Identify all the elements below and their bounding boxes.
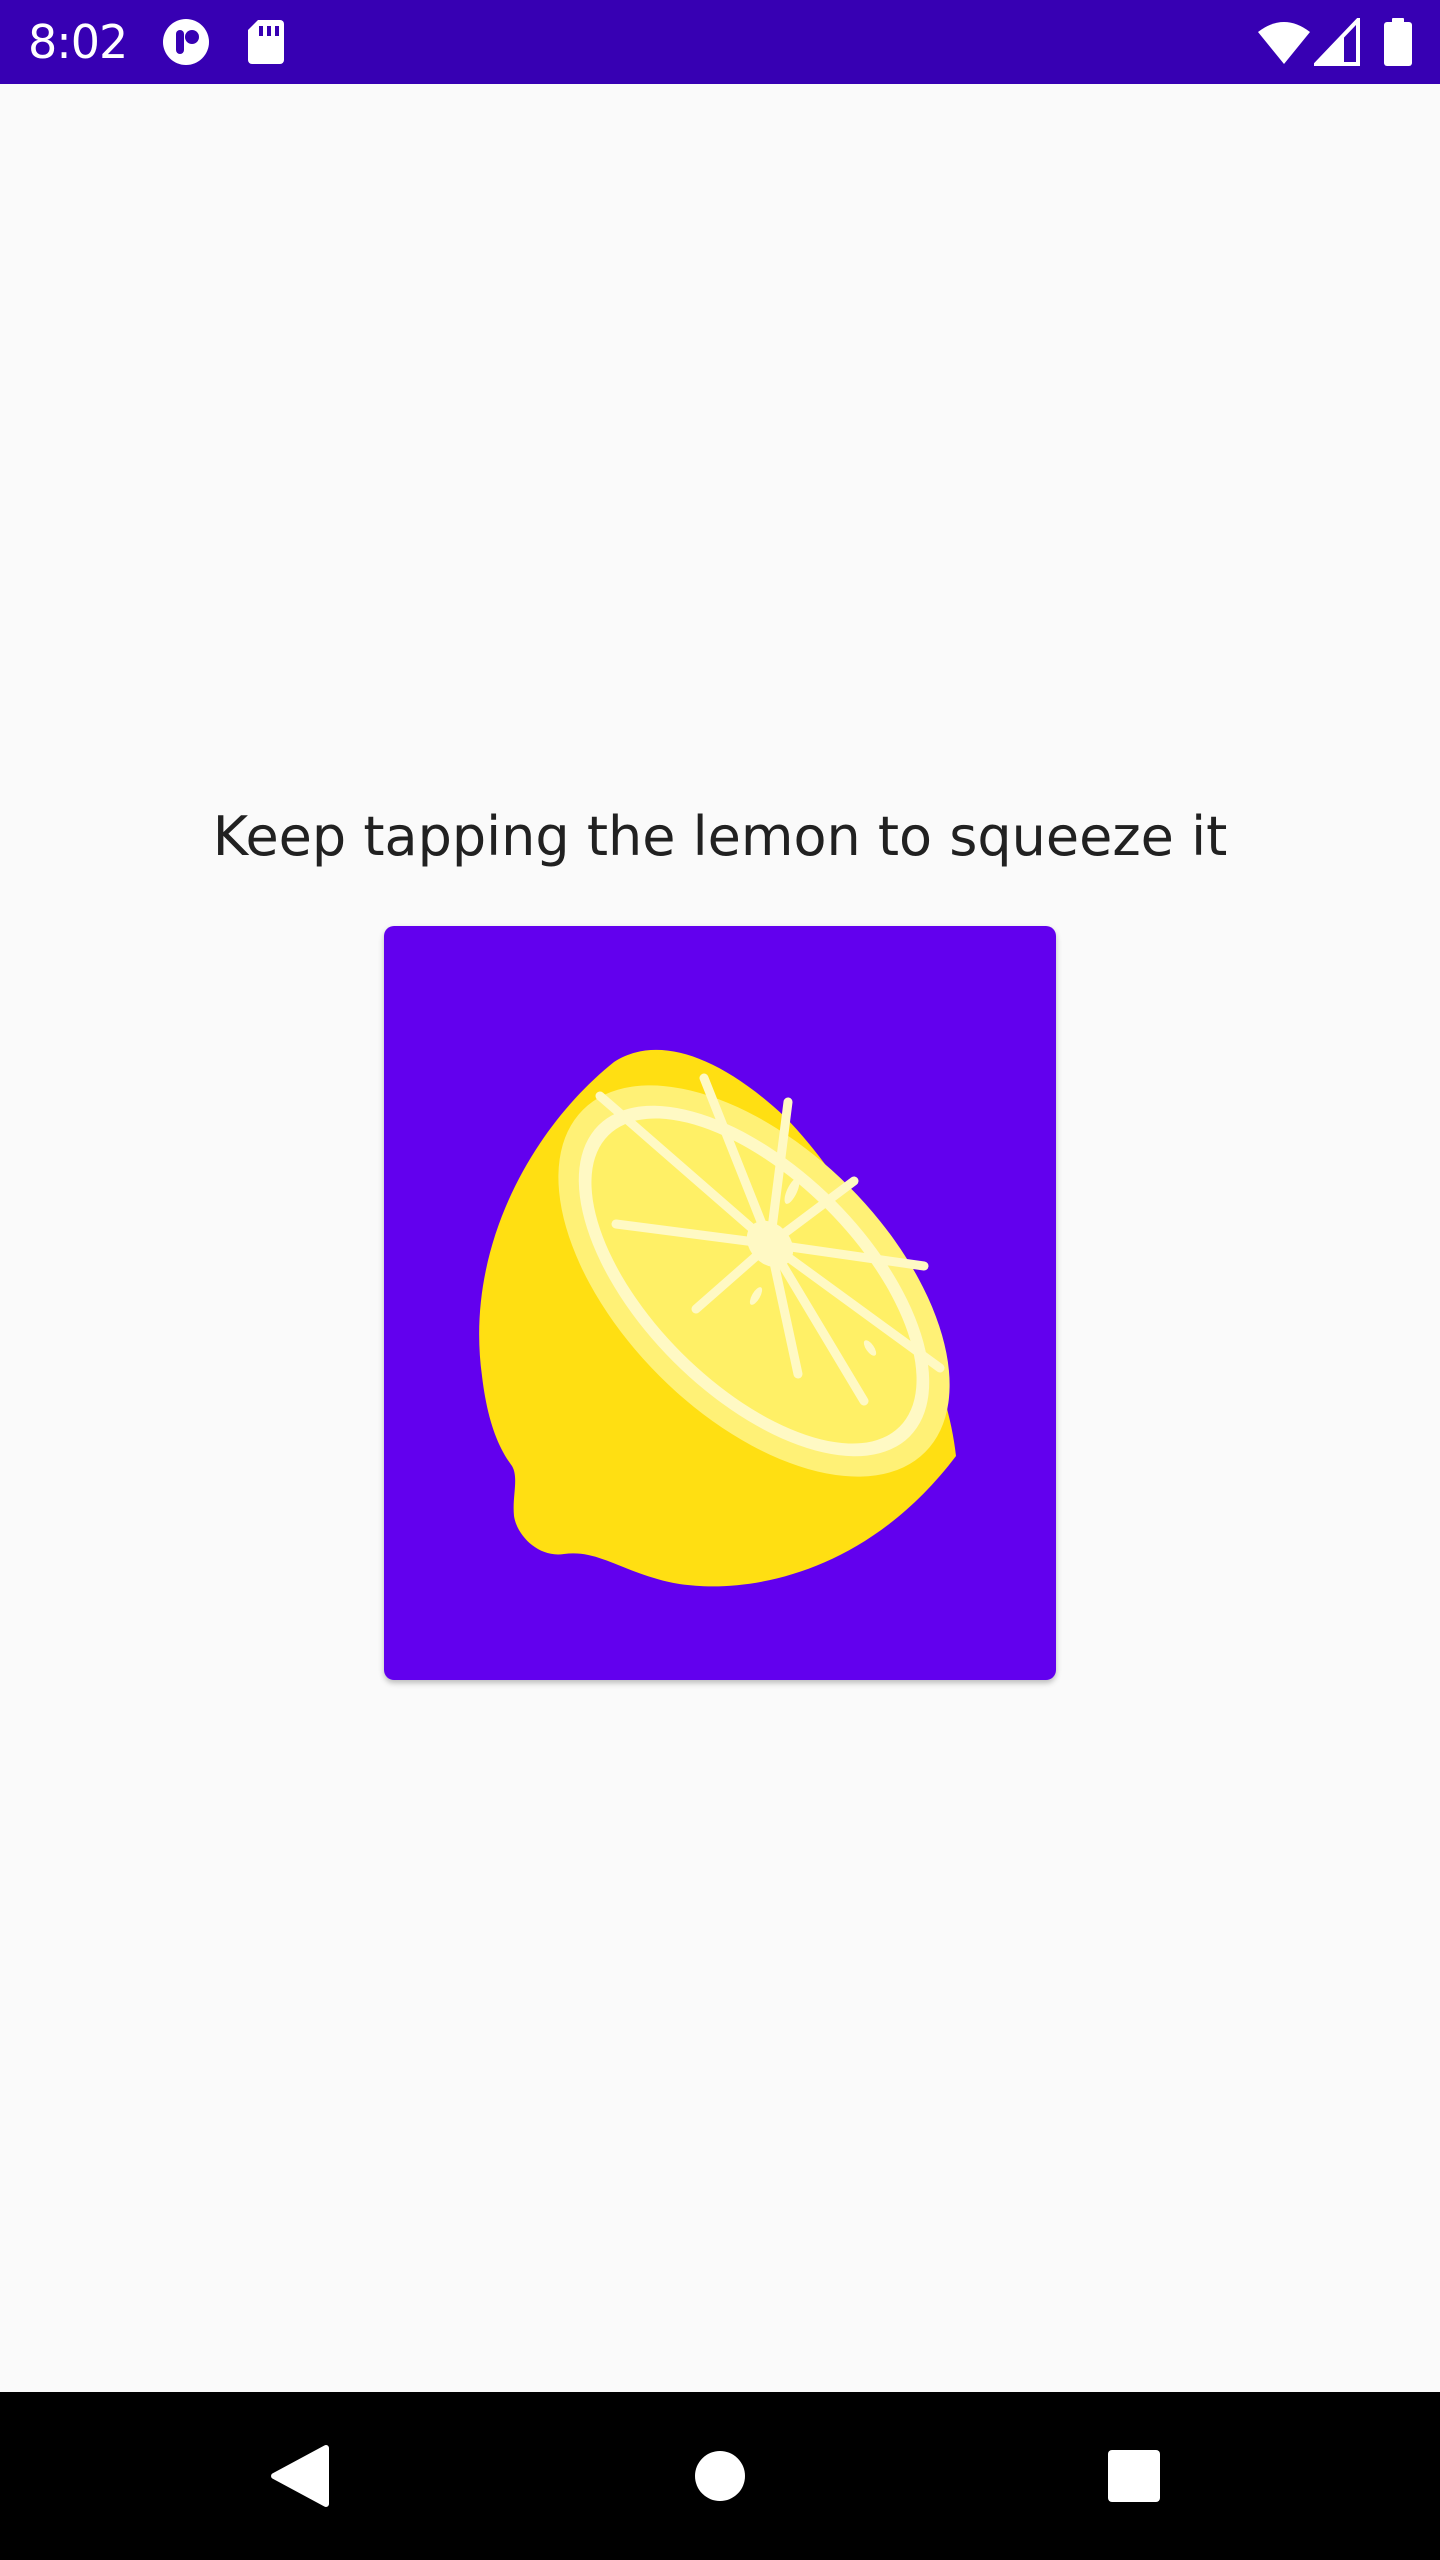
wifi-icon <box>1256 18 1312 66</box>
recents-icon[interactable] <box>1088 2430 1180 2522</box>
app-notification-icon <box>162 18 210 66</box>
status-bar: 8:02 <box>0 0 1440 84</box>
battery-icon <box>1384 18 1412 66</box>
status-time: 8:02 <box>28 15 128 69</box>
sd-card-icon <box>246 18 294 66</box>
back-icon[interactable] <box>254 2430 346 2522</box>
lemon-image-button[interactable] <box>384 926 1056 1680</box>
home-icon[interactable] <box>674 2430 766 2522</box>
cell-signal-icon <box>1311 15 1362 66</box>
instruction-text: Keep tapping the lemon to squeeze it <box>212 805 1228 868</box>
lemon-squeeze-icon <box>384 926 1056 1680</box>
main-content: Keep tapping the lemon to squeeze it <box>0 84 1440 2392</box>
navigation-bar <box>0 2392 1440 2560</box>
